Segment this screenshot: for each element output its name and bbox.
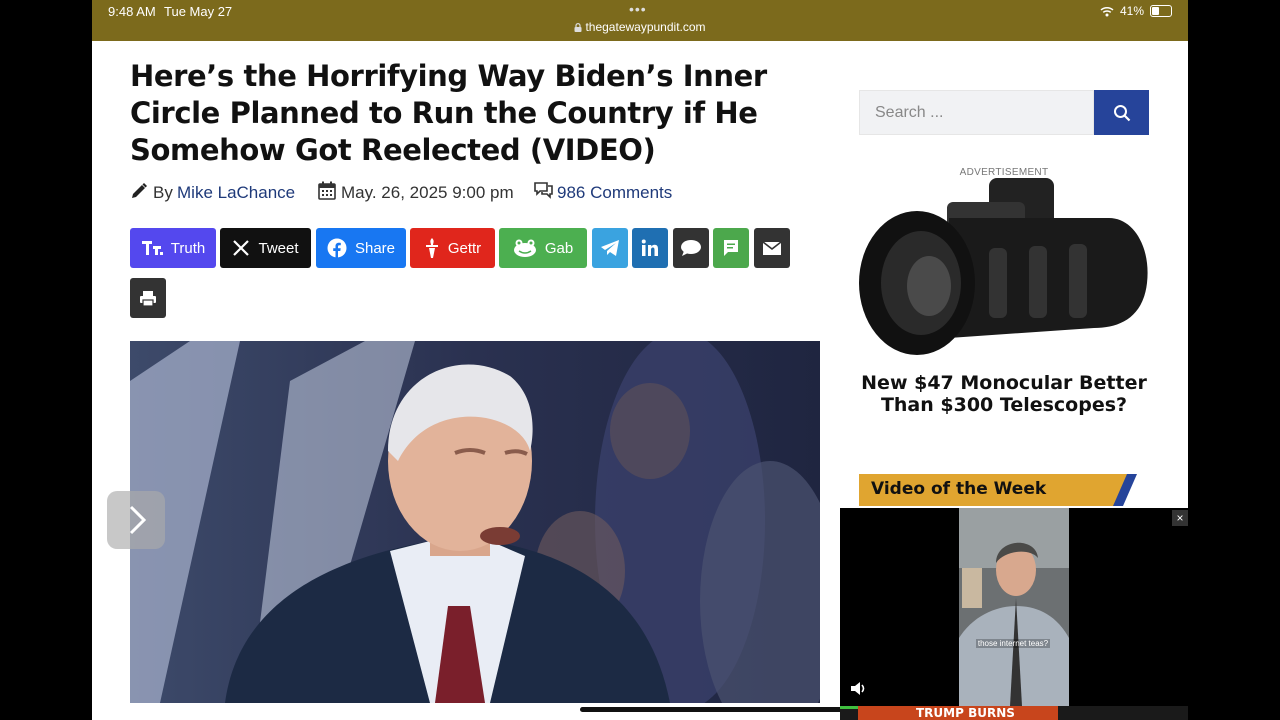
- share-facebook-button[interactable]: Share: [316, 228, 406, 268]
- next-arrow-button[interactable]: [107, 491, 165, 549]
- print-button[interactable]: [130, 278, 166, 318]
- wifi-icon: [1100, 6, 1114, 16]
- x-icon: [233, 240, 250, 256]
- lock-icon: [574, 23, 582, 32]
- share-gettr-button[interactable]: Gettr: [410, 228, 495, 268]
- share-truth-button[interactable]: Truth: [130, 228, 216, 268]
- ad-caption[interactable]: New $47 Monocular Better Than $300 Teles…: [859, 372, 1149, 416]
- close-video-button[interactable]: ×: [1172, 510, 1188, 526]
- sms-icon: [724, 240, 738, 256]
- comments-icon: [534, 182, 553, 199]
- article-meta: By Mike LaChance May. 26, 2025 9:00 pm 9…: [130, 181, 830, 205]
- search-input[interactable]: Search ...: [859, 90, 1094, 135]
- telegram-icon: [601, 240, 619, 256]
- article-title: Here’s the Horrifying Way Biden’s Inner …: [130, 59, 767, 167]
- video-caption-text: those internet teas?: [976, 639, 1050, 648]
- share-gettr-label: Gettr: [447, 239, 482, 257]
- status-bar: 9:48 AM Tue May 27 ••• thegatewaypundit.…: [92, 0, 1188, 41]
- video-banner-text: TRUMP BURNS: [916, 706, 1015, 720]
- address-bar[interactable]: thegatewaypundit.com: [92, 20, 1188, 34]
- volume-icon[interactable]: [850, 681, 868, 696]
- status-date: Tue May 27: [164, 4, 233, 19]
- article-date: May. 26, 2025 9:00 pm: [341, 183, 514, 202]
- article-hero-image: [130, 341, 820, 703]
- facebook-icon: [327, 238, 347, 258]
- status-time: 9:48 AM: [108, 4, 156, 19]
- video-of-week-heading: Video of the Week: [859, 474, 1137, 506]
- print-icon: [140, 290, 156, 307]
- floating-video-player[interactable]: [840, 508, 1188, 706]
- video-of-week-title: Video of the Week: [871, 479, 1047, 499]
- share-facebook-label: Share: [354, 239, 396, 257]
- comments-link[interactable]: 986 Comments: [557, 183, 672, 203]
- search-icon: [1113, 104, 1130, 121]
- ad-label: ADVERTISEMENT: [959, 167, 1049, 178]
- ad-monocular-image[interactable]: [859, 178, 1149, 364]
- email-icon: [762, 240, 782, 255]
- calendar-icon: [318, 181, 336, 200]
- linkedin-icon: [641, 239, 658, 256]
- pencil-icon: [132, 183, 147, 198]
- share-gab-label: Gab: [544, 239, 574, 257]
- chevron-right-icon: [129, 505, 147, 535]
- gab-icon: [513, 239, 536, 257]
- battery-percent: 41%: [1119, 4, 1144, 18]
- share-x-label: Tweet: [258, 239, 299, 257]
- battery-icon: [1150, 5, 1172, 17]
- gettr-icon: [425, 238, 438, 258]
- multitasking-dots-icon[interactable]: •••: [629, 1, 647, 17]
- share-truth-label: Truth: [170, 239, 206, 257]
- share-x-button[interactable]: Tweet: [220, 228, 311, 268]
- url-text: thegatewaypundit.com: [585, 20, 706, 34]
- video-banner-strip: TRUMP BURNS: [840, 706, 1188, 720]
- search-button[interactable]: [1094, 90, 1149, 135]
- truth-social-icon: [141, 241, 163, 255]
- status-indicators: 41%: [1100, 4, 1172, 18]
- author-link[interactable]: Mike LaChance: [177, 183, 295, 203]
- share-email-button[interactable]: [754, 228, 790, 268]
- share-linkedin-button[interactable]: [632, 228, 668, 268]
- home-indicator: [580, 707, 884, 712]
- comment-icon: [681, 240, 701, 256]
- by-label: By: [153, 183, 173, 202]
- share-comment-button[interactable]: [673, 228, 709, 268]
- share-sms-button[interactable]: [713, 228, 749, 268]
- share-telegram-button[interactable]: [592, 228, 628, 268]
- share-gab-button[interactable]: Gab: [499, 228, 587, 268]
